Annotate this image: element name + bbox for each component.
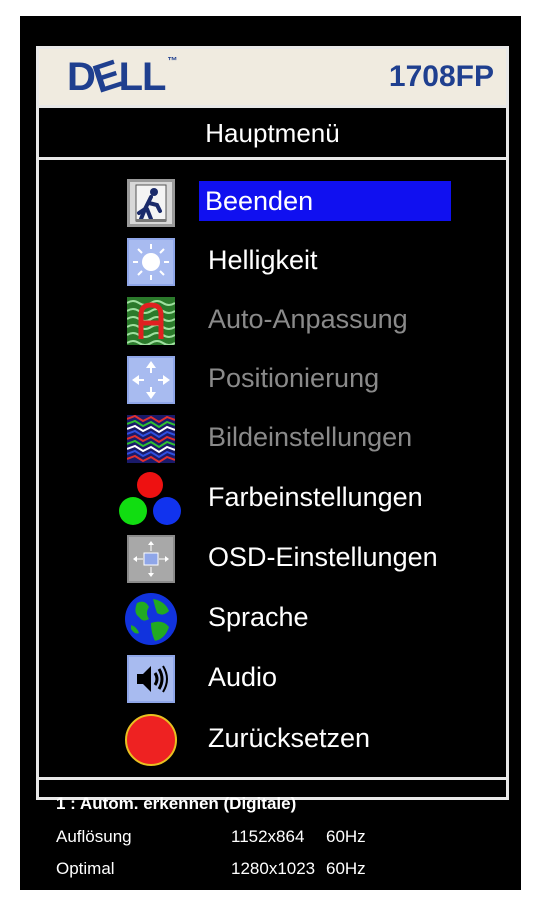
divider [39, 157, 506, 160]
menu-item-label: Positionierung [208, 363, 380, 393]
menu-item-color-settings[interactable]: Farbeinstellungen [119, 472, 487, 525]
menu-item-auto-adjust[interactable]: Auto-Anpassung [127, 295, 487, 347]
optimal-rate: 60Hz [326, 859, 366, 878]
brightness-icon [127, 238, 175, 286]
osd-settings-icon [127, 535, 175, 583]
divider [39, 777, 506, 780]
osd-window: DELL ™ 1708FP Hauptmenü Beenden Helligke… [20, 16, 521, 890]
menu-item-label: Auto-Anpassung [208, 304, 408, 334]
menu-item-label: Sprache [208, 602, 309, 632]
resolution-label: Auflösung [56, 827, 132, 846]
position-icon [127, 356, 175, 404]
menu-item-label: OSD-Einstellungen [208, 542, 438, 572]
menu-title: Hauptmenü [205, 118, 340, 148]
auto-adjust-icon [127, 297, 175, 345]
optimal-label: Optimal [56, 859, 115, 878]
menu-item-label: Farbeinstellungen [208, 482, 423, 512]
menu-item-osd-settings[interactable]: OSD-Einstellungen [127, 533, 487, 585]
logo-trademark: ™ [167, 56, 177, 67]
divider [39, 105, 506, 108]
dell-logo: DELL ™ [67, 52, 177, 102]
menu-item-brightness[interactable]: Helligkeit [127, 236, 487, 288]
model-number: 1708FP [388, 60, 494, 93]
language-globe-icon [123, 591, 179, 647]
resolution-row: Auflösung 1152x864 60Hz [56, 824, 476, 850]
menu-item-exit[interactable]: Beenden [127, 177, 487, 229]
optimal-value: 1280x1023 [231, 859, 316, 878]
image-settings-icon [127, 415, 175, 463]
menu-item-label: Zurücksetzen [208, 723, 371, 753]
optimal-row: Optimal 1280x1023 60Hz [56, 856, 476, 882]
logo-text: DELL [67, 52, 166, 102]
menu-item-language[interactable]: Sprache [125, 593, 487, 645]
menu-item-image-settings[interactable]: Bildeinstellungen [127, 413, 487, 465]
input-source-text: 1 : Autom. erkennen (Digitale) [56, 794, 297, 813]
exit-icon [127, 179, 175, 227]
menu-item-label: Beenden [199, 181, 451, 221]
reset-icon [123, 712, 179, 768]
logo-letter: L [142, 55, 166, 99]
menu-item-label: Helligkeit [208, 245, 318, 275]
osd-frame: DELL ™ 1708FP Hauptmenü Beenden Helligke… [36, 46, 509, 800]
menu-item-position[interactable]: Positionierung [127, 354, 487, 406]
menu-item-reset[interactable]: Zurücksetzen [125, 714, 487, 766]
audio-speaker-icon [127, 655, 175, 703]
menu-item-label: Audio [208, 662, 278, 692]
osd-header: DELL ™ 1708FP [39, 49, 506, 105]
menu-item-audio[interactable]: Audio [127, 653, 487, 705]
resolution-rate: 60Hz [326, 827, 366, 846]
menu-item-label: Bildeinstellungen [208, 422, 413, 452]
resolution-value: 1152x864 [231, 827, 305, 846]
color-settings-icon [115, 471, 185, 527]
